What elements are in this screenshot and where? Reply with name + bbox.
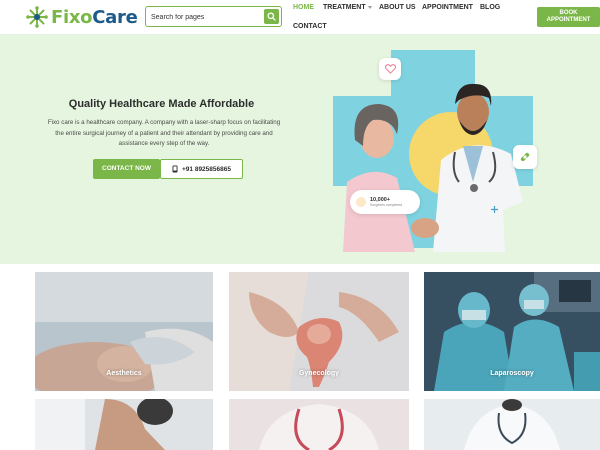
search-icon (267, 12, 276, 21)
service-card-gynecology[interactable]: Gynecology (229, 272, 409, 391)
nav-treatment[interactable]: TREATMENT (323, 4, 372, 11)
service-label: Aesthetics (106, 370, 142, 377)
bandage-icon (520, 152, 530, 162)
book-button-line1: BOOK (559, 10, 578, 16)
book-appointment-button[interactable]: BOOK APPOINTMENT (537, 7, 600, 27)
nav-contact[interactable]: CONTACT (293, 23, 327, 30)
search-button[interactable] (264, 9, 279, 24)
service-photo (424, 399, 600, 450)
stat-label: Surgeries completed (370, 203, 403, 207)
nav-home[interactable]: HOME (293, 4, 314, 11)
heart-badge (379, 58, 401, 80)
service-photo (35, 399, 213, 450)
service-card-4[interactable] (35, 399, 213, 450)
sparkle-icon (491, 206, 498, 213)
snowflake-logo-icon (26, 6, 48, 28)
phone-icon (172, 165, 178, 173)
phone-button[interactable]: +91 8925856865 (160, 159, 243, 179)
logo[interactable]: FixoCare (26, 5, 138, 29)
site-header: FixoCare HOME TREATMENT ABOUT US APPOINT… (0, 0, 600, 34)
service-card-aesthetics[interactable]: Aesthetics (35, 272, 213, 391)
surgeries-stat-card: 10,000+ Surgeries completed (350, 190, 420, 214)
page: FixoCare HOME TREATMENT ABOUT US APPOINT… (0, 0, 600, 450)
nav-appointment[interactable]: APPOINTMENT (422, 4, 473, 11)
brand-name: FixoCare (51, 6, 138, 28)
service-photo (229, 399, 409, 450)
nav-blog[interactable]: BLOG (480, 4, 500, 11)
nav-about-us[interactable]: ABOUT US (379, 4, 416, 11)
service-card-5[interactable] (229, 399, 409, 450)
bandage-badge (513, 145, 537, 169)
stat-avatar (356, 197, 366, 207)
chevron-down-icon (367, 5, 372, 9)
service-card-6[interactable] (424, 399, 600, 450)
book-button-line2: APPOINTMENT (546, 17, 591, 23)
hero-title: Quality Healthcare Made Affordable (68, 98, 255, 110)
search-box (145, 6, 282, 27)
search-input[interactable] (151, 10, 259, 24)
service-label: Laparoscopy (490, 370, 534, 377)
service-label: Gynecology (298, 370, 340, 377)
service-card-laparoscopy[interactable]: Laparoscopy (424, 272, 600, 391)
hero-description: Fixo care is a healthcare company. A com… (47, 119, 281, 147)
heart-icon (384, 64, 396, 74)
phone-number: +91 8925856865 (182, 165, 231, 173)
contact-now-button[interactable]: CONTACT NOW (93, 159, 160, 179)
